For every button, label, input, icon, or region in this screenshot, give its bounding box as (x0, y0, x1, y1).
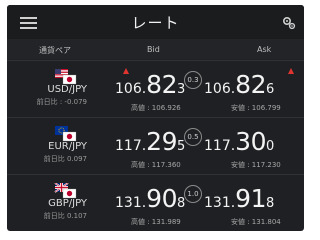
eur-jpy-flags-icon (55, 126, 77, 142)
settings-gear-icon[interactable] (281, 15, 297, 31)
ask-low: 安値 : 117.230 (231, 161, 281, 169)
spread-badge: 0.3 (184, 71, 202, 89)
bid-high: 高値 : 131.989 (131, 218, 181, 226)
ask-price[interactable]: 131.918 (204, 184, 274, 213)
rate-row-usdjpy[interactable]: USD/JPY 前日比 : -0.079 106.823 高値 : 106.92… (7, 60, 304, 117)
pair-change: 前日比 0.097 (43, 155, 87, 163)
rate-row-gbpjpy[interactable]: GBP/JPY 前日比 0.107 131.908 高値 : 131.989 1… (7, 174, 304, 231)
ask-price[interactable]: 117.300 (204, 127, 274, 156)
ask-low: 安値 : 131.804 (231, 218, 281, 226)
column-bid: Bid (147, 45, 160, 54)
bid-price[interactable]: 131.908 (115, 184, 185, 213)
pair-name: EUR/JPY (48, 141, 87, 152)
column-ask: Ask (257, 45, 272, 54)
spread-badge: 1.0 (184, 185, 202, 203)
column-header: 通貨ペア Bid Ask (7, 39, 304, 59)
bid-price[interactable]: 106.823 (115, 70, 185, 99)
page-title: レート (131, 14, 180, 32)
rate-screen: レート 通貨ペア Bid Ask USD/JPY 前日比 : -0.079 10… (7, 5, 304, 231)
rate-row-eurjpy[interactable]: EUR/JPY 前日比 0.097 117.295 高値 : 117.360 0… (7, 117, 304, 174)
spread-badge: 0.5 (184, 128, 202, 146)
pair-name: USD/JPY (47, 84, 87, 95)
pair-change: 前日比 : -0.079 (36, 98, 87, 106)
usd-jpy-flags-icon (55, 69, 77, 85)
gbp-jpy-flags-icon (54, 183, 77, 199)
bid-high: 高値 : 117.360 (131, 161, 181, 169)
bid-price[interactable]: 117.295 (115, 127, 185, 156)
column-pair: 通貨ペア (39, 46, 71, 55)
ask-low: 安値 : 106.799 (231, 104, 281, 112)
bid-high: 高値 : 106.926 (131, 104, 181, 112)
ask-price[interactable]: 106.826 (204, 70, 274, 99)
pair-name: GBP/JPY (48, 198, 87, 209)
app-header: レート (7, 5, 304, 39)
ask-up-arrow-icon (288, 68, 294, 74)
pair-change: 前日比 0.107 (43, 212, 87, 220)
